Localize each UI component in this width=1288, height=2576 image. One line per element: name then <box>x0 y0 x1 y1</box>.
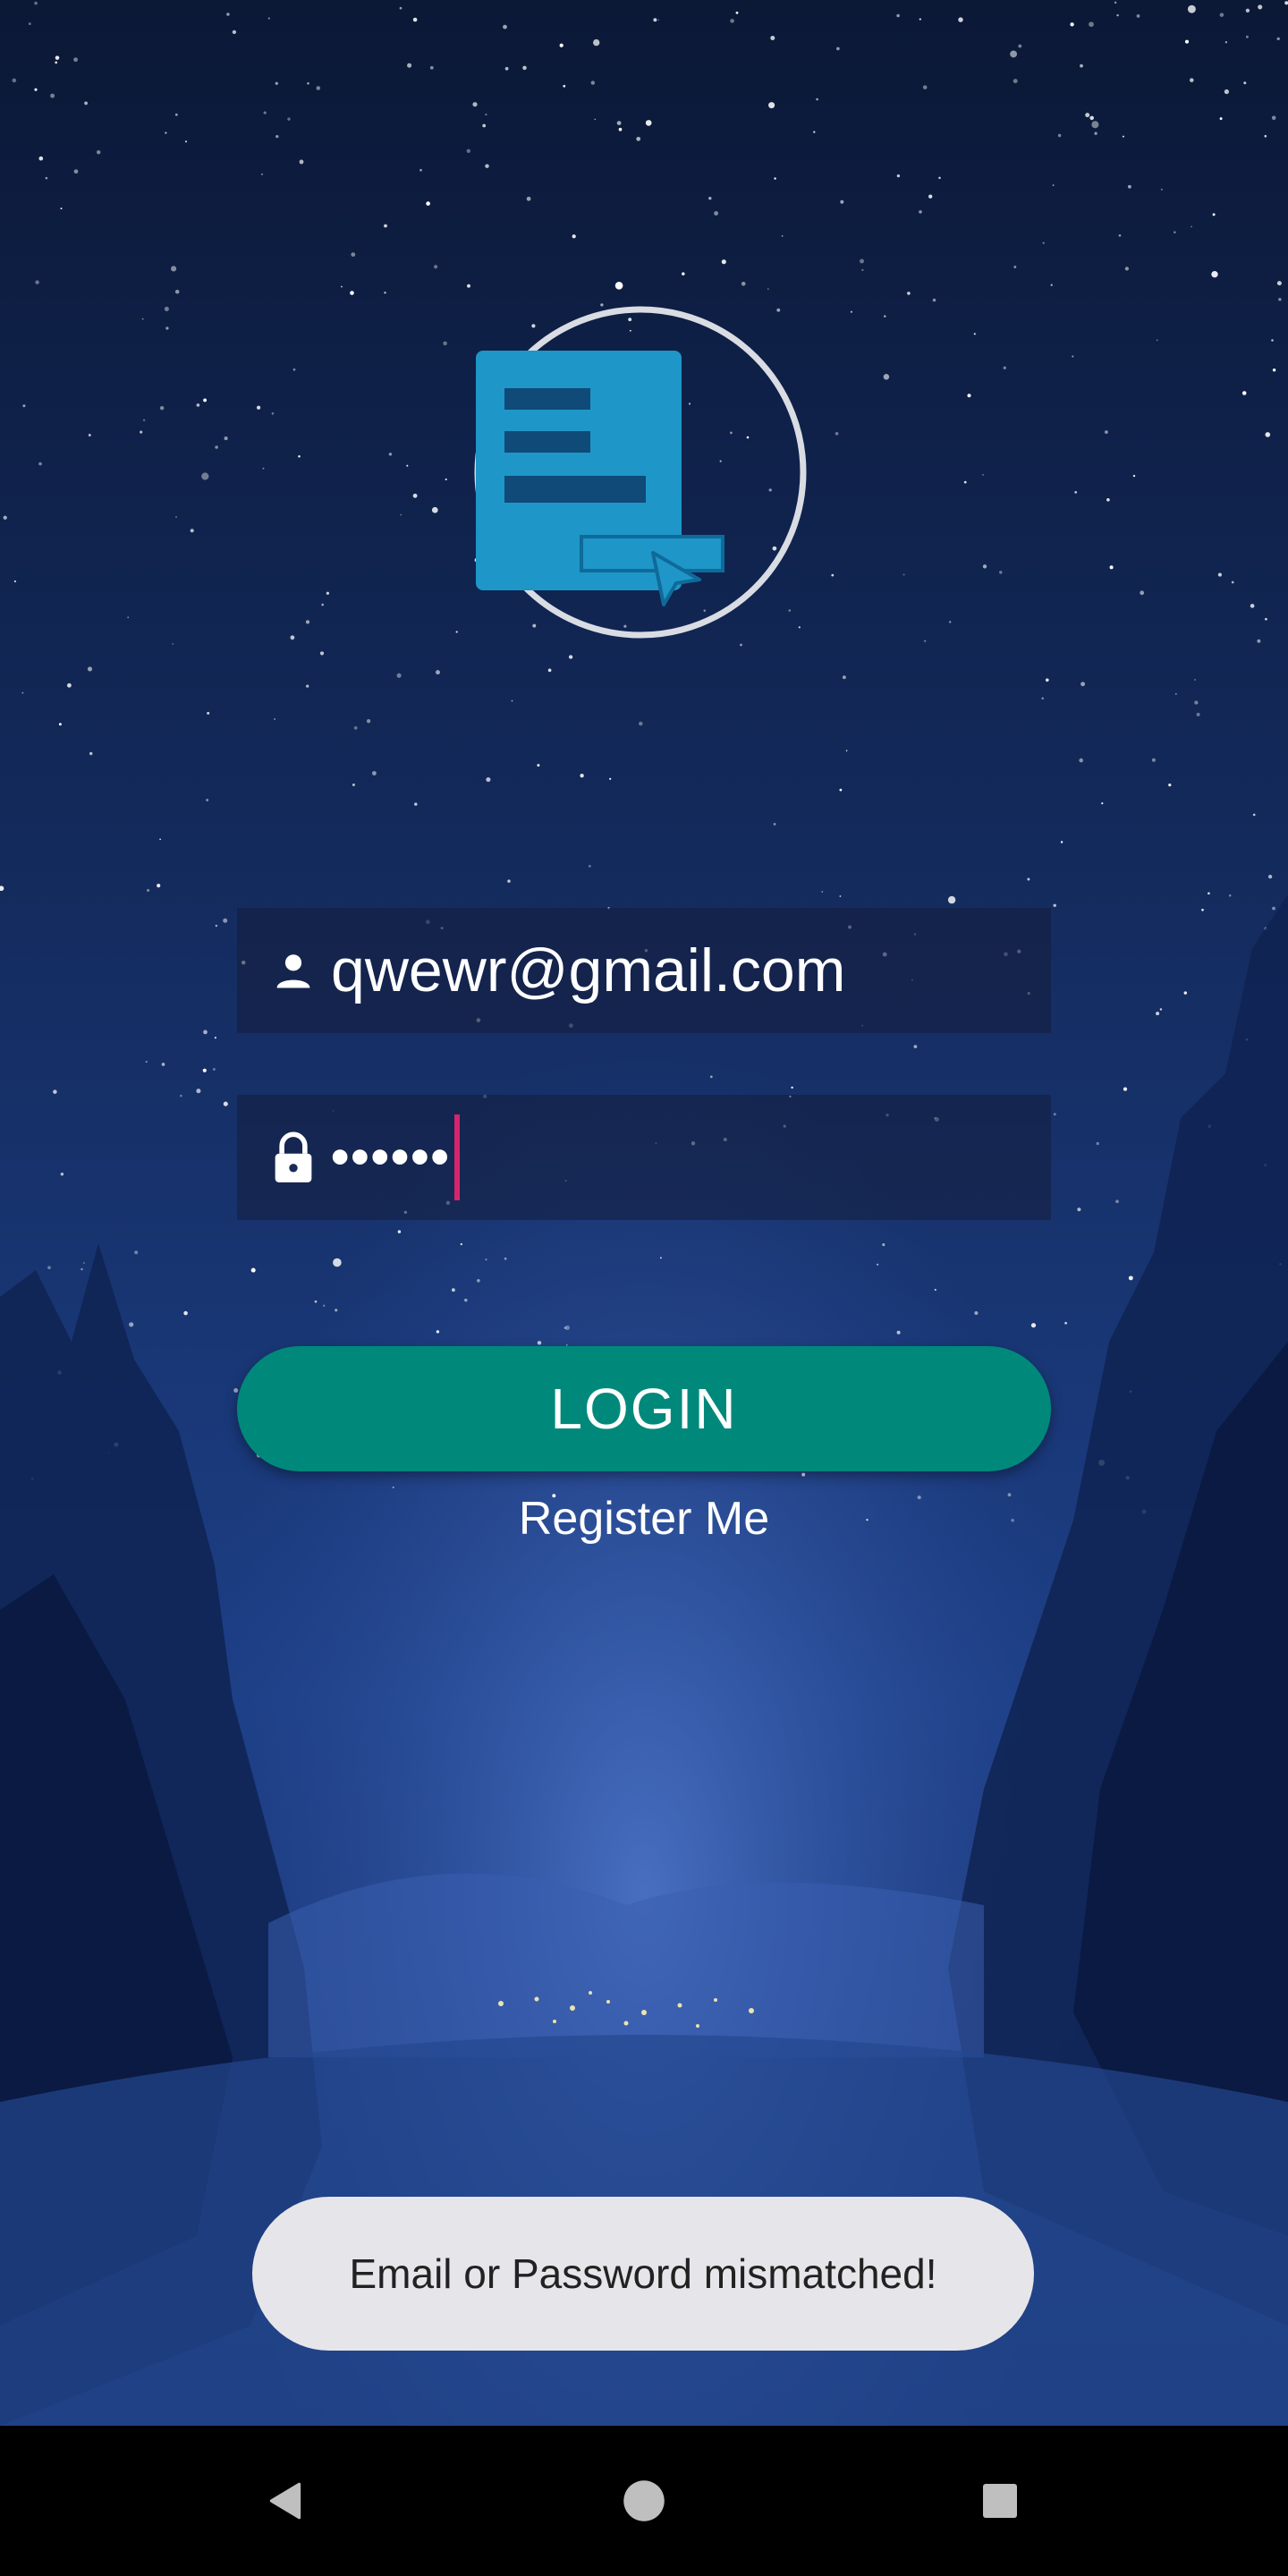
text-caret <box>453 1114 460 1200</box>
password-field[interactable]: •••••• <box>237 1095 1051 1220</box>
register-link[interactable]: Register Me <box>0 1492 1288 1546</box>
home-button[interactable] <box>599 2456 689 2546</box>
app-logo <box>474 306 807 639</box>
email-field[interactable]: qwewr@gmail.com <box>237 908 1051 1033</box>
back-button[interactable] <box>242 2456 331 2546</box>
system-nav-bar <box>0 2426 1288 2576</box>
person-icon <box>268 945 318 996</box>
password-value: •••••• <box>331 1128 451 1186</box>
back-triangle-icon <box>269 2482 301 2520</box>
recents-square-icon <box>983 2484 1017 2518</box>
toast-message: Email or Password mismatched! <box>349 2250 937 2297</box>
login-screen: qwewr@gmail.com •••••• LOGIN Register Me… <box>0 0 1288 2576</box>
home-circle-icon <box>623 2480 665 2521</box>
login-button[interactable]: LOGIN <box>237 1346 1051 1471</box>
lock-icon <box>268 1131 318 1182</box>
error-toast: Email or Password mismatched! <box>252 2197 1034 2351</box>
recents-button[interactable] <box>955 2456 1045 2546</box>
email-value: qwewr@gmail.com <box>331 936 846 1004</box>
